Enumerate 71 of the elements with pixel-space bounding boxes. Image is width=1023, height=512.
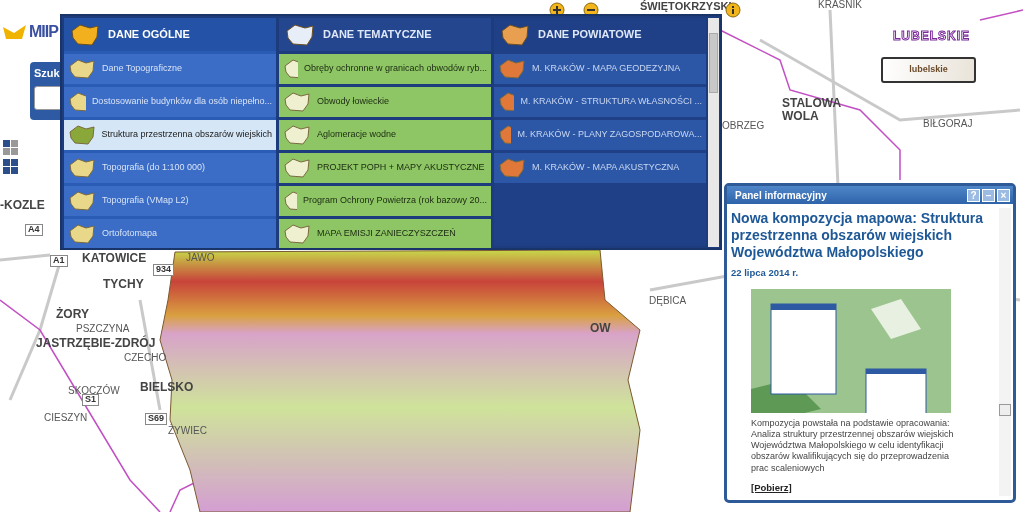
border-line: [979, 9, 1023, 21]
panel-title: Szuk: [34, 66, 61, 81]
town-label: CZECHO: [124, 352, 167, 363]
city-label: KATOWICE: [82, 252, 147, 266]
grid-icon[interactable]: [3, 140, 19, 176]
town-label: BIŁGORAJ: [923, 118, 973, 129]
column-title: DANE OGÓLNE: [108, 27, 190, 43]
city-label: -KOZLE: [0, 199, 45, 213]
logo-icon: [2, 23, 28, 41]
map-shape-icon: [283, 190, 297, 212]
layer-item[interactable]: M. KRAKÓW - PLANY ZAGOSPODAROWA...: [494, 120, 706, 150]
layer-item[interactable]: Dostosowanie budynków dla osób niepełno...: [64, 87, 276, 117]
city-label: OW: [590, 322, 611, 336]
map-shape-icon: [283, 223, 311, 245]
layer-item[interactable]: Program Ochrony Powietrza (rok bazowy 20...: [279, 186, 491, 216]
map-shape-icon: [498, 91, 515, 113]
city-label: ŻORY: [56, 308, 89, 322]
map-shape-icon: [283, 157, 311, 179]
layer-item[interactable]: PROJEKT POPH + MAPY AKUSTYCZNE: [279, 153, 491, 183]
layer-item[interactable]: Obręby ochronne w granicach obwodów ryb...: [279, 54, 491, 84]
scrollbar[interactable]: [708, 18, 719, 247]
layer-item[interactable]: MAPA EMISJI ZANIECZYSZCZEŃ: [279, 219, 491, 248]
road-number-label: S1: [82, 394, 99, 406]
road-number-label: A4: [25, 224, 43, 236]
news-headline: Nowa kompozycja mapowa: Struktura przestrzenna obszarów wiejskich Województwa Małopolskiego: [731, 210, 985, 261]
town-label: PSZCZYNA: [76, 323, 130, 334]
region-label: LUBELSKIE: [893, 30, 970, 44]
layer-item[interactable]: M. KRAKÓW - MAPA AKUSTYCZNA: [494, 153, 706, 183]
column-title: DANE POWIATOWE: [538, 27, 642, 43]
logo-badge[interactable]: lubelskie: [881, 57, 976, 83]
logo-text: MIIP: [29, 22, 58, 42]
layer-item[interactable]: Obwody łowieckie: [279, 87, 491, 117]
map-shape-icon: [68, 58, 96, 80]
layer-item[interactable]: M. KRAKÓW - MAPA GEODEZYJNA: [494, 54, 706, 84]
map-shape-icon: [70, 22, 100, 47]
town-label: DĘBICA: [649, 295, 687, 306]
road-number-label: 934: [153, 264, 175, 276]
map-shape-icon: [498, 124, 512, 146]
town-label: CIESZYN: [44, 412, 88, 423]
town-label: OBRZEG: [722, 120, 765, 131]
scrollbar-thumb[interactable]: [709, 33, 718, 93]
layer-item[interactable]: Struktura przestrzenna obszarów wiejskich: [64, 120, 276, 150]
layer-item[interactable]: Topografia (VMap L2): [64, 186, 276, 216]
map-shape-icon: [498, 157, 526, 179]
panel-title: Panel informacyjny: [735, 188, 828, 203]
map-shape-icon: [500, 22, 530, 47]
town-label: JAWO: [186, 252, 215, 263]
city-label: TYCHY: [103, 278, 144, 292]
news-text: Kompozycja powstała na podstawie opracowania: Analiza struktury przestrzennej obszarów wiejskich Województwa Małopolskiego w celu identyfikacji obszarów kwalifikujących się do przeprowadzenia prac scaleniowych: [751, 417, 955, 474]
road-number-label: S69: [145, 413, 167, 425]
map-shape-icon: [283, 91, 311, 113]
map-shape-icon: [498, 58, 526, 80]
layer-item[interactable]: Dane Topograficzne: [64, 54, 276, 84]
layer-item[interactable]: Aglomeracje wodne: [279, 120, 491, 150]
news-date: 22 lipca 2014 r.: [731, 266, 800, 281]
scrollbar-thumb[interactable]: [999, 404, 1011, 416]
road-number-label: A1: [50, 255, 68, 267]
map-shape-icon: [283, 124, 311, 146]
map-shape-icon: [68, 91, 86, 113]
scrollbar[interactable]: [999, 208, 1011, 496]
layer-item[interactable]: M. KRAKÓW - STRUKTURA WŁASNOŚCI ...: [494, 87, 706, 117]
map-shape-icon: [68, 190, 96, 212]
layer-item[interactable]: Topografia (do 1:100 000): [64, 153, 276, 183]
layer-item[interactable]: Ortofotomapa: [64, 219, 276, 248]
map-shape-icon: [283, 58, 298, 80]
map-shape-icon: [68, 157, 96, 179]
column-title: DANE TEMATYCZNE: [323, 27, 432, 43]
download-link[interactable]: [Pobierz]: [751, 481, 792, 494]
map-shape-icon: [68, 124, 96, 146]
map-shape-icon: [68, 223, 96, 245]
map-shape-icon: [285, 22, 315, 47]
